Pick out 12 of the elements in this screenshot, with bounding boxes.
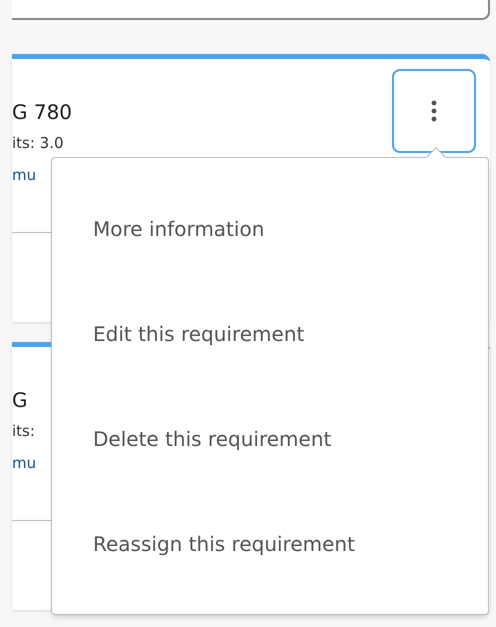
credits-text: its: 3.0 [12,133,64,154]
course-title: G [12,387,28,413]
detail-link[interactable]: mu [12,163,36,187]
credits-text: its: [12,421,35,442]
kebab-icon [431,100,437,122]
menu-item[interactable]: More information [52,176,488,281]
course-title: G 780 [12,99,72,125]
detail-link[interactable]: mu [12,451,36,475]
more-options-button[interactable] [392,69,476,153]
menu-item[interactable]: Reassign this requirement [52,491,488,596]
menu-item[interactable]: Delete this requirement [52,386,488,491]
menu-item[interactable]: Edit this requirement [52,281,488,386]
